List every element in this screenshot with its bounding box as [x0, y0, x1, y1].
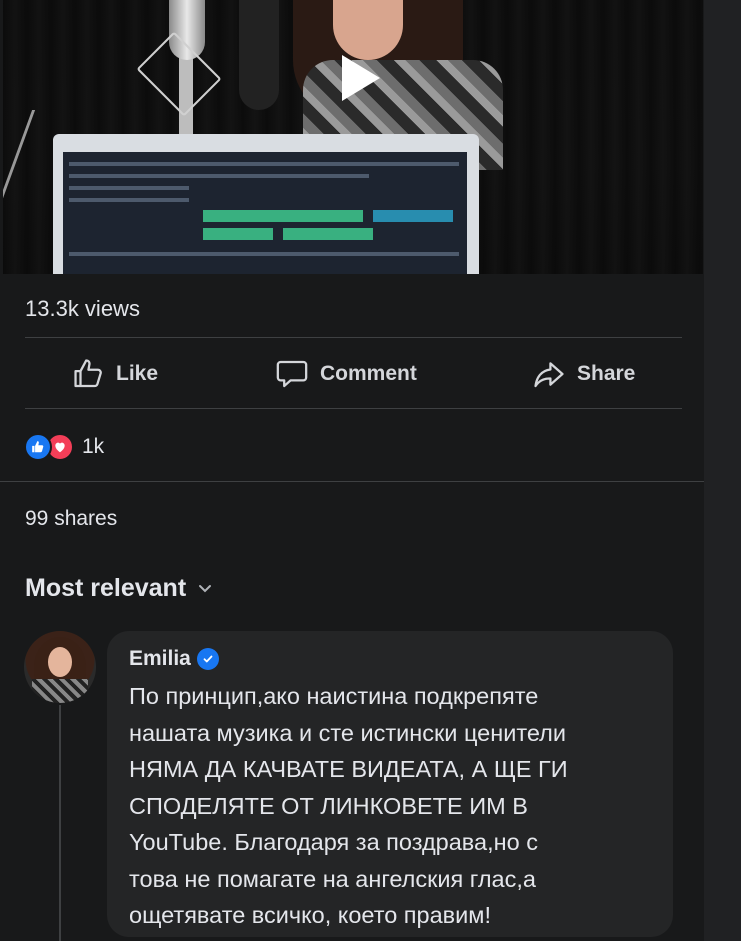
share-arrow-icon — [534, 362, 564, 388]
comment-line: ощетявате всичко, което правим! — [129, 902, 491, 928]
reaction-summary[interactable]: 1k — [24, 432, 104, 462]
daw-track — [373, 210, 453, 222]
post-panel: 13.3k views Like Comment Share 1k 99 sha… — [0, 0, 704, 941]
comment-sort-dropdown[interactable]: Most relevant — [25, 574, 212, 603]
view-count: 13.3k views — [25, 296, 140, 321]
daw-track — [203, 210, 363, 222]
daw-row — [69, 162, 459, 166]
comment-author[interactable]: Emilia — [129, 647, 219, 671]
sort-label: Most relevant — [25, 574, 187, 602]
avatar[interactable] — [24, 631, 96, 703]
side-gutter — [704, 0, 741, 941]
avatar-face — [48, 647, 72, 677]
share-label: Share — [577, 362, 636, 385]
daw-row — [69, 174, 369, 178]
divider — [0, 481, 704, 482]
thread-line — [59, 705, 61, 941]
thumbs-up-icon — [74, 359, 102, 388]
comment-line: СПОДЕЛЯТЕ ОТ ЛИНКОВЕТЕ ИМ В — [129, 792, 528, 819]
comment-label: Comment — [320, 362, 417, 385]
like-reaction-icon — [24, 433, 52, 461]
avatar-outfit — [32, 679, 88, 703]
share-button[interactable]: Share — [531, 355, 635, 393]
daw-row — [69, 198, 189, 202]
like-label: Like — [116, 362, 159, 385]
video-pop-filter — [239, 0, 279, 110]
comment-line: НЯМА ДА КАЧВАТЕ ВИДЕАТА, А ЩЕ ГИ — [129, 756, 568, 782]
video-player[interactable] — [3, 0, 703, 274]
reaction-count: 1k — [82, 435, 105, 458]
like-button[interactable]: Like — [72, 355, 158, 393]
share-count[interactable]: 99 shares — [25, 507, 117, 531]
comment-button[interactable]: Comment — [274, 355, 417, 393]
video-monitor-screen — [63, 152, 467, 274]
chevron-down-icon — [199, 584, 212, 592]
comment-line: това не помагате на ангелския глас,а — [129, 865, 536, 892]
play-icon[interactable] — [342, 55, 380, 101]
comment-line: YouTube. Благодаря за поздрава,но с — [129, 829, 538, 855]
daw-row — [69, 186, 189, 190]
author-name[interactable]: Emilia — [129, 647, 191, 671]
comment-text: По принцип,ако наистина подкрепяте нашат… — [129, 678, 669, 934]
divider — [25, 337, 682, 338]
daw-track — [203, 228, 273, 240]
comment-bubble-icon — [276, 360, 308, 388]
comment-line: По принцип,ако наистина подкрепяте — [129, 683, 539, 709]
daw-row — [69, 252, 459, 256]
verified-badge-icon — [196, 648, 219, 670]
comment-line: нашата музика и сте истински ценители — [129, 719, 566, 746]
daw-track — [283, 228, 373, 240]
divider — [25, 408, 682, 409]
